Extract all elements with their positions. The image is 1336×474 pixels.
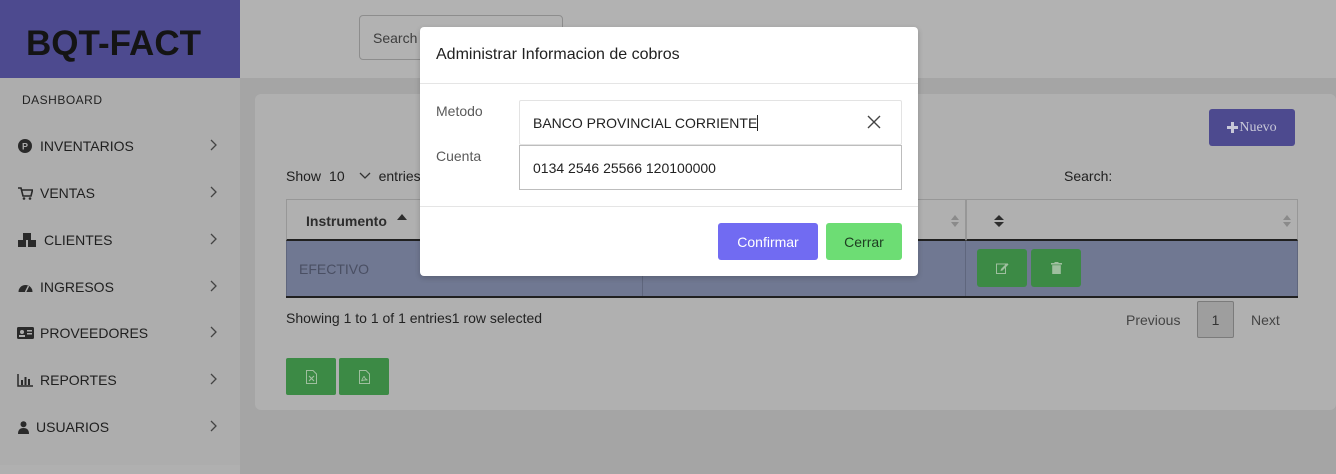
cubes-icon	[16, 232, 38, 247]
id-card-icon	[16, 326, 34, 340]
cell-actions	[966, 241, 1298, 296]
metodo-label: Metodo	[436, 103, 483, 119]
edit-icon	[995, 263, 1008, 274]
cuenta-label: Cuenta	[436, 148, 482, 164]
previous-button[interactable]: Previous	[1126, 301, 1180, 338]
sidebar-item-label: INVENTARIOS	[40, 138, 134, 154]
product-hunt-icon: P	[16, 139, 34, 153]
column-header-actions[interactable]	[966, 199, 1298, 241]
pdf-file-icon	[358, 369, 370, 384]
divider	[286, 296, 1298, 298]
divider	[420, 206, 918, 207]
cuenta-input[interactable]: 0134 2546 25566 120100000	[519, 145, 902, 190]
dashboard-gauge-icon	[16, 280, 34, 294]
sidebar-item-label: INGRESOS	[40, 279, 114, 295]
clear-icon[interactable]	[867, 115, 881, 129]
modal-title: Administrar Informacion de cobros	[436, 46, 680, 63]
table-search-label: Search:	[1064, 168, 1113, 184]
svg-text:P: P	[22, 142, 28, 152]
sidebar-item-reportes[interactable]: REPORTES	[16, 368, 230, 392]
sidebar-item-usuarios[interactable]: USUARIOS	[16, 415, 230, 439]
trash-icon	[1050, 262, 1062, 274]
cobros-modal: Administrar Informacion de cobros Metodo…	[420, 27, 918, 276]
divider	[420, 83, 918, 84]
sidebar-item-label: USUARIOS	[36, 419, 110, 435]
sort-asc-icon	[397, 214, 407, 220]
excel-file-icon	[305, 369, 317, 384]
sidebar-item-dashboard[interactable]: DASHBOARD	[22, 93, 103, 107]
page-size-control: Show 10 entries	[286, 168, 421, 184]
sort-icon	[951, 215, 959, 227]
entries-label: entries	[378, 168, 421, 184]
sidebar-item-ingresos[interactable]: INGRESOS	[16, 275, 230, 299]
chevron-down-icon	[359, 172, 371, 179]
new-button-label: Nuevo	[1239, 119, 1277, 135]
sidebar-item-label: REPORTES	[40, 372, 117, 388]
sidebar-item-label: VENTAS	[40, 185, 95, 201]
chevron-right-icon	[210, 233, 217, 245]
chevron-right-icon	[210, 186, 217, 198]
table-info: Showing 1 to 1 of 1 entries1 row selecte…	[286, 310, 543, 326]
cart-icon	[16, 186, 34, 200]
metodo-value: BANCO PROVINCIAL CORRIENTE	[533, 115, 758, 131]
chevron-right-icon	[210, 280, 217, 292]
new-button[interactable]: Nuevo	[1209, 109, 1295, 146]
sidebar-item-label: PROVEEDORES	[40, 325, 149, 341]
chevron-right-icon	[210, 326, 217, 338]
sidebar-item-label: CLIENTES	[44, 232, 113, 248]
sidebar-item-proveedores[interactable]: PROVEEDORES	[16, 321, 230, 345]
chevron-right-icon	[210, 420, 217, 432]
page-size-value: 10	[329, 168, 345, 184]
delete-button[interactable]	[1031, 249, 1081, 287]
chevron-right-icon	[210, 373, 217, 385]
brand-logo[interactable]: BQT-FACT	[0, 0, 240, 78]
close-button[interactable]: Cerrar	[826, 223, 902, 260]
user-icon	[16, 420, 30, 434]
metodo-select[interactable]: BANCO PROVINCIAL CORRIENTE	[519, 100, 902, 145]
plus-icon	[1227, 122, 1239, 133]
next-button[interactable]: Next	[1251, 301, 1280, 338]
export-excel-button[interactable]	[286, 358, 336, 395]
page-size-select[interactable]: 10	[329, 168, 371, 184]
sidebar-item-clientes[interactable]: CLIENTES	[16, 228, 230, 252]
sort-icon	[1283, 215, 1291, 227]
page-button-1[interactable]: 1	[1197, 301, 1234, 338]
show-label: Show	[286, 168, 322, 184]
bar-chart-icon	[16, 373, 34, 387]
sort-icon	[994, 215, 1004, 227]
sidebar-item-inventarios[interactable]: P INVENTARIOS	[16, 134, 230, 158]
column-header-label: Instrumento	[306, 213, 387, 229]
confirm-button[interactable]: Confirmar	[718, 223, 818, 260]
sidebar-item-ventas[interactable]: VENTAS	[16, 181, 230, 205]
edit-button[interactable]	[977, 249, 1027, 287]
chevron-right-icon	[210, 139, 217, 151]
export-pdf-button[interactable]	[339, 358, 389, 395]
text-cursor	[757, 115, 759, 131]
